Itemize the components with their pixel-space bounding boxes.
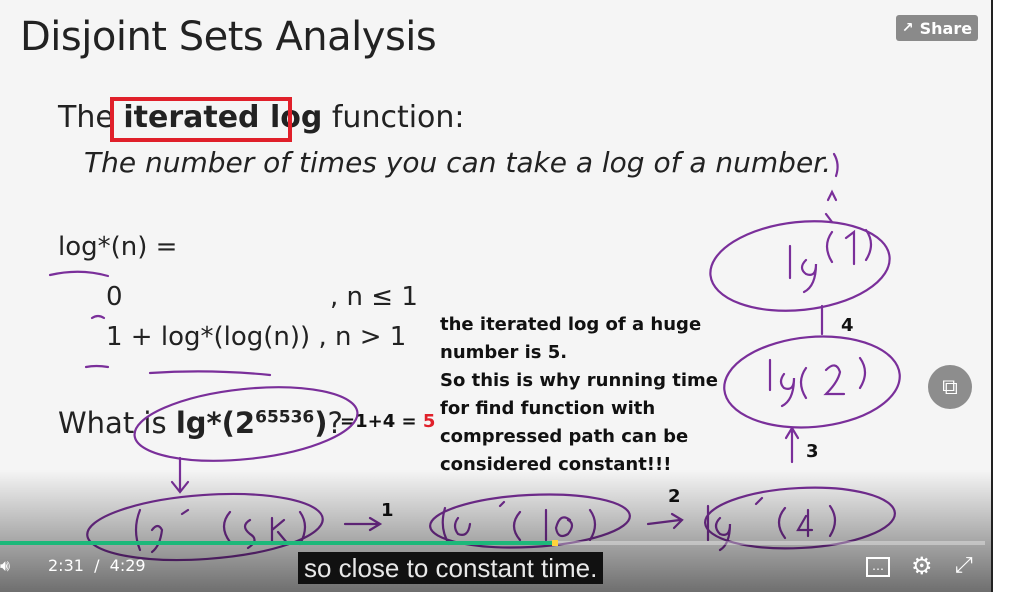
volume-icon: 🔊︎ xyxy=(0,556,11,575)
step-number: 4 xyxy=(841,315,854,336)
subtitle-caption: so close to constant time. xyxy=(298,552,604,584)
fullscreen-icon: ⤢ xyxy=(955,553,973,578)
captions-icon: … xyxy=(872,559,884,573)
page-edge xyxy=(993,0,1011,592)
duration: 4:29 xyxy=(109,556,146,575)
picture-in-picture-button[interactable]: ⧉ xyxy=(928,365,972,409)
time-display: 2:31 / 4:29 xyxy=(48,556,146,575)
step-number: 3 xyxy=(806,441,819,462)
picture-in-picture-icon: ⧉ xyxy=(942,374,958,400)
fullscreen-button[interactable]: ⤢ xyxy=(955,553,973,578)
current-time: 2:31 xyxy=(48,556,84,575)
progress-bar[interactable] xyxy=(0,540,985,546)
gear-icon: ⚙ xyxy=(911,552,933,580)
settings-button[interactable]: ⚙ xyxy=(911,552,933,580)
video-player[interactable]: Disjoint Sets Analysis ↗ Share The itera… xyxy=(0,0,993,592)
captions-button[interactable]: … xyxy=(866,557,890,577)
volume-button[interactable]: 🔊︎ xyxy=(0,556,10,576)
time-separator: / xyxy=(94,556,100,575)
progress-fill xyxy=(0,541,555,545)
progress-marker xyxy=(551,540,558,546)
